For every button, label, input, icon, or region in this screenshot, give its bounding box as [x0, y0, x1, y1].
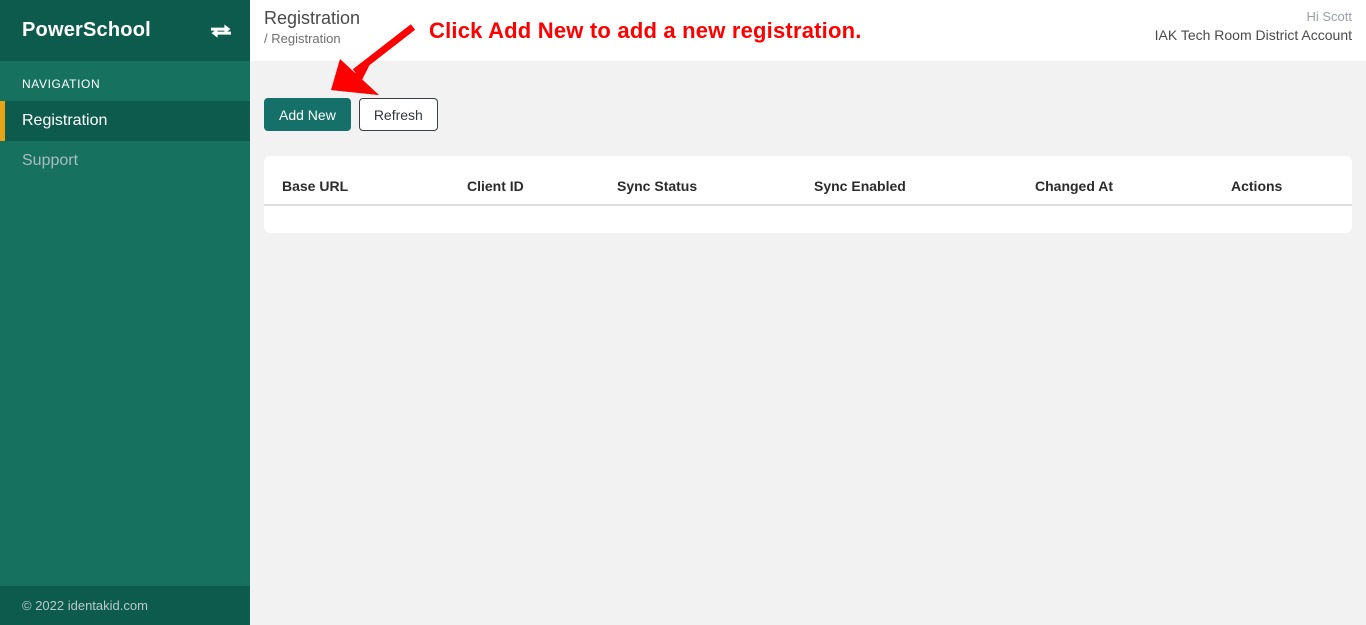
- registrations-table-card: Base URL Client ID Sync Status Sync Enab…: [264, 156, 1352, 233]
- sidebar-brand-bar: PowerSchool: [0, 0, 250, 61]
- main-area: Registration / Registration Hi Scott IAK…: [250, 0, 1366, 625]
- brand-name: PowerSchool: [22, 19, 151, 41]
- column-header-client-id[interactable]: Client ID: [467, 156, 617, 206]
- sidebar-item-registration[interactable]: Registration: [0, 101, 250, 141]
- content-area: Add New Refresh Base URL Client ID Sync …: [250, 61, 1366, 625]
- exchange-arrows-icon[interactable]: [210, 21, 232, 41]
- table-body: [264, 205, 1352, 230]
- breadcrumb-trail[interactable]: / Registration: [264, 30, 360, 48]
- sidebar-footer: © 2022 identakid.com: [0, 586, 250, 625]
- sidebar-item-label: Support: [22, 152, 79, 169]
- sidebar-item-support[interactable]: Support: [0, 141, 250, 181]
- copyright-text: © 2022 identakid.com: [22, 598, 148, 613]
- add-new-button[interactable]: Add New: [264, 98, 351, 131]
- refresh-button[interactable]: Refresh: [358, 98, 438, 131]
- table-empty-row: [264, 205, 1352, 230]
- registrations-table: Base URL Client ID Sync Status Sync Enab…: [264, 156, 1352, 230]
- user-account-name: IAK Tech Room District Account: [1154, 27, 1352, 43]
- column-header-sync-status[interactable]: Sync Status: [617, 156, 814, 206]
- user-info: Hi Scott IAK Tech Room District Account: [1155, 7, 1352, 45]
- table-header-row: Base URL Client ID Sync Status Sync Enab…: [264, 156, 1352, 206]
- breadcrumb: Registration / Registration: [264, 7, 360, 48]
- column-header-base-url[interactable]: Base URL: [264, 156, 467, 206]
- page-title: Registration: [264, 8, 361, 28]
- sidebar-item-label: Registration: [22, 112, 108, 129]
- table-empty-cell: [264, 205, 1352, 230]
- column-header-changed-at[interactable]: Changed At: [1035, 156, 1231, 206]
- table-header: Base URL Client ID Sync Status Sync Enab…: [264, 156, 1352, 206]
- toolbar: Add New Refresh: [264, 98, 438, 131]
- column-header-sync-enabled[interactable]: Sync Enabled: [814, 156, 1035, 206]
- column-header-actions[interactable]: Actions: [1231, 156, 1352, 206]
- user-greeting: Hi Scott: [1306, 9, 1352, 24]
- sidebar: PowerSchool NAVIGATION Registration Supp…: [0, 0, 250, 625]
- nav-section-label: NAVIGATION: [22, 77, 101, 91]
- topbar: Registration / Registration Hi Scott IAK…: [250, 0, 1366, 61]
